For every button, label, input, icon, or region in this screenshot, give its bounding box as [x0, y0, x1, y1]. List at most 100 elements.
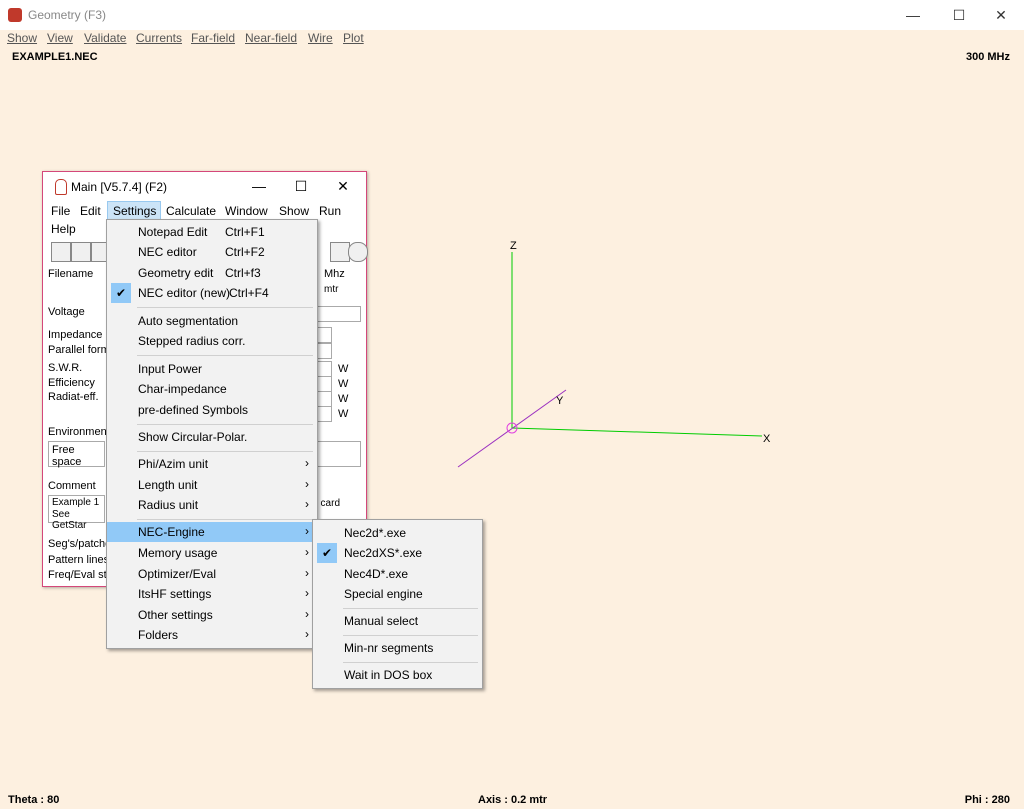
efficiency-unit: W [338, 378, 349, 390]
swr-unit: W [338, 363, 349, 375]
x-axis [511, 427, 763, 437]
menu-item-label: Auto segmentation [138, 314, 239, 328]
environment-extra-field[interactable] [315, 441, 361, 467]
menu-item-notepad-edit[interactable]: Notepad Edit Ctrl+F1 [107, 222, 317, 242]
comment-label: Comment [48, 480, 96, 492]
main-menu-calculate[interactable]: Calculate [166, 204, 216, 218]
menu-item-label: Optimizer/Eval [138, 567, 217, 581]
menu-item-label: Input Power [138, 362, 203, 376]
menu-item-nec-engine[interactable]: NEC-Engine › [107, 522, 317, 542]
engine-nec2dxs[interactable]: ✔ Nec2dXS*.exe [313, 543, 482, 563]
main-menu-run[interactable]: Run [319, 204, 341, 218]
menu-item-char-impedance[interactable]: Char-impedance [107, 379, 317, 399]
menu-item-label: Char-impedance [138, 382, 227, 396]
book-icon[interactable] [330, 242, 350, 262]
menu-item-label: Radius unit [138, 498, 199, 512]
main-menu-settings[interactable]: Settings [113, 204, 156, 218]
chevron-right-icon: › [305, 586, 309, 600]
menu-item-label: Nec4D*.exe [344, 567, 409, 581]
menu-item-predefined-symbols[interactable]: pre-defined Symbols [107, 400, 317, 420]
comment-box[interactable]: Example 1 : See GetStar [48, 495, 105, 531]
menu-item-folders[interactable]: Folders › [107, 625, 317, 645]
radiat-eff-unit: W [338, 393, 349, 405]
check-icon: ✔ [317, 543, 337, 563]
freq-eval-label: Freq/Eval ste [48, 569, 113, 581]
menu-item-label: Wait in DOS box [344, 668, 433, 682]
nec-engine-submenu: Nec2d*.exe ✔ Nec2dXS*.exe Nec4D*.exe Spec… [312, 519, 483, 689]
main-window-titlebar: Main [V5.7.4] (F2) — ☐ ✕ [43, 172, 366, 200]
check-icon: ✔ [111, 283, 131, 303]
main-menu-edit[interactable]: Edit [80, 204, 101, 218]
menu-separator [343, 635, 478, 636]
menu-item-other-settings[interactable]: Other settings › [107, 605, 317, 625]
engine-special[interactable]: Special engine [313, 584, 482, 604]
chevron-right-icon: › [305, 456, 309, 470]
extra-w-unit: W [338, 408, 349, 420]
menu-separator [137, 451, 313, 452]
menu-separator [343, 608, 478, 609]
menu-item-radius-unit[interactable]: Radius unit › [107, 495, 317, 515]
menu-item-optimizer-eval[interactable]: Optimizer/Eval › [107, 564, 317, 584]
menu-item-label: Min-nr segments [344, 641, 434, 655]
main-maximize-button[interactable]: ☐ [281, 172, 321, 200]
menu-item-label: Memory usage [138, 546, 218, 560]
menu-item-label: Folders [138, 628, 179, 642]
engine-nec4d[interactable]: Nec4D*.exe [313, 564, 482, 584]
menu-item-auto-segmentation[interactable]: Auto segmentation [107, 311, 317, 331]
main-menu-window[interactable]: Window [225, 204, 268, 218]
engine-wait-in-dos-box[interactable]: Wait in DOS box [313, 665, 482, 685]
menu-item-length-unit[interactable]: Length unit › [107, 475, 317, 495]
menu-item-nec-editor[interactable]: NEC editor Ctrl+F2 [107, 242, 317, 262]
main-minimize-button[interactable]: — [239, 172, 279, 200]
z-axis-label: Z [510, 240, 517, 252]
filename-label: Filename [48, 268, 94, 280]
menu-item-label: Nec2dXS*.exe [344, 546, 423, 560]
comment-right-text: t card [315, 498, 341, 509]
chevron-right-icon: › [305, 497, 309, 511]
engine-manual-select[interactable]: Manual select [313, 611, 482, 631]
chevron-right-icon: › [305, 566, 309, 580]
menu-item-label: pre-defined Symbols [138, 403, 249, 417]
menu-item-label: Phi/Azim unit [138, 457, 209, 471]
menu-item-stepped-radius[interactable]: Stepped radius corr. [107, 331, 317, 351]
engine-min-nr-segments[interactable]: Min-nr segments [313, 638, 482, 658]
chevron-right-icon: › [305, 607, 309, 621]
main-close-button[interactable]: ✕ [323, 172, 363, 200]
menu-item-label: Show Circular-Polar. [138, 430, 248, 444]
open-folder-icon[interactable] [51, 242, 71, 262]
menu-item-show-circular-polar[interactable]: Show Circular-Polar. [107, 427, 317, 447]
chevron-right-icon: › [305, 627, 309, 641]
menu-item-nec-editor-new[interactable]: ✔ NEC editor (new) Ctrl+F4 [107, 283, 317, 303]
engine-nec2d[interactable]: Nec2d*.exe [313, 523, 482, 543]
segs-label: Seg's/patche [48, 538, 112, 550]
menu-separator [137, 307, 313, 308]
menu-separator [137, 519, 313, 520]
menu-item-shortcut: Ctrl+f3 [225, 266, 261, 280]
efficiency-label: Efficiency [48, 377, 95, 389]
menu-item-geometry-edit[interactable]: Geometry edit Ctrl+f3 [107, 263, 317, 283]
parallel-form-label: Parallel form [48, 344, 110, 356]
voltage-field[interactable] [315, 306, 361, 322]
mtr-label: mtr [324, 284, 339, 295]
environment-field[interactable]: Free space [48, 441, 105, 468]
chevron-right-icon: › [305, 524, 309, 538]
chevron-right-icon: › [305, 477, 309, 491]
menu-item-phi-azim-unit[interactable]: Phi/Azim unit › [107, 454, 317, 474]
pattern-lines-label: Pattern lines [48, 554, 110, 566]
main-menu-help[interactable]: Help [51, 222, 76, 236]
menu-item-memory-usage[interactable]: Memory usage › [107, 543, 317, 563]
copy-icon[interactable] [71, 242, 91, 262]
main-window-title: Main [V5.7.4] (F2) [71, 180, 168, 194]
menu-item-label: NEC-Engine [138, 525, 205, 539]
main-menu-file[interactable]: File [51, 204, 70, 218]
y-axis-label: Y [556, 395, 564, 407]
menu-item-shortcut: Ctrl+F1 [225, 225, 265, 239]
menu-item-itshf-settings[interactable]: ItsHF settings › [107, 584, 317, 604]
comment-line-2: See GetStar [52, 509, 87, 531]
menu-item-input-power[interactable]: Input Power [107, 359, 317, 379]
help-icon[interactable] [348, 242, 368, 262]
main-menu-show[interactable]: Show [279, 204, 309, 218]
menu-item-label: Special engine [344, 587, 423, 601]
menu-item-label: Other settings [138, 608, 213, 622]
x-axis-label: X [763, 433, 771, 445]
